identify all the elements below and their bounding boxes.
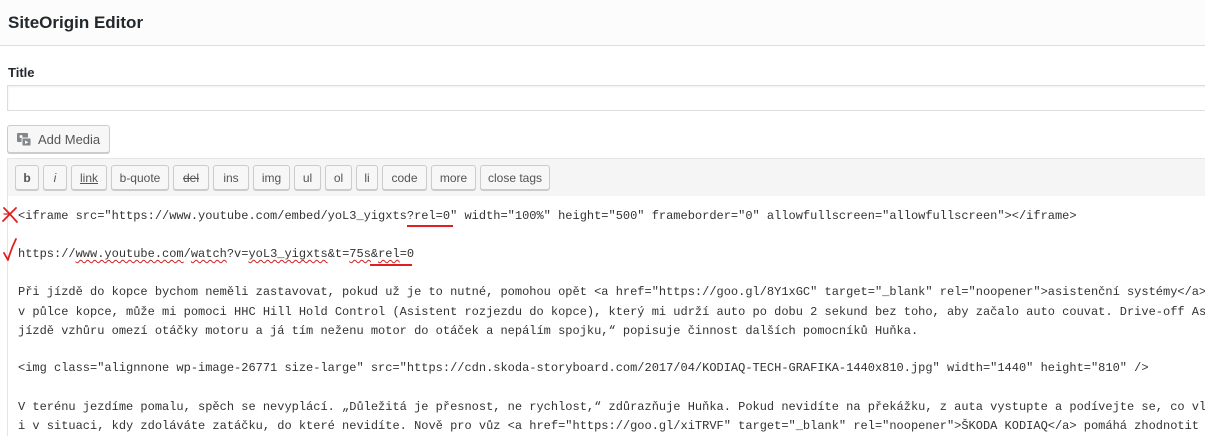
- del-button[interactable]: del: [173, 165, 209, 190]
- add-media-icon: [16, 131, 32, 147]
- italic-button[interactable]: i: [43, 165, 67, 190]
- editor-header: SiteOrigin Editor: [0, 0, 1205, 46]
- li-button[interactable]: li: [356, 165, 378, 190]
- url-part: www.youtube.com: [75, 247, 184, 261]
- ins-button[interactable]: ins: [213, 165, 249, 190]
- bold-button[interactable]: b: [15, 165, 39, 190]
- editor-line-paragraph-1: Při jízdě do kopce bychom neměli zastavo…: [18, 285, 1205, 299]
- img-button[interactable]: img: [253, 165, 290, 190]
- url-part: 75s: [349, 247, 371, 261]
- editor-title: SiteOrigin Editor: [8, 13, 144, 32]
- editor-line-paragraph-3: jízdě vzhůru omezí otáčky motoru a já tí…: [18, 324, 919, 338]
- add-media-label: Add Media: [38, 131, 101, 147]
- blockquote-button[interactable]: b-quote: [111, 165, 169, 190]
- annotation-underline-rel: [407, 225, 453, 227]
- editor-line-paragraph-5: i v situaci, kdy zdoláváte zatáčku, do k…: [18, 419, 1205, 433]
- check-mark-icon: [3, 238, 17, 261]
- url-part: yoL3_yigxts: [248, 247, 328, 261]
- editor-line-youtube-url: https://www.youtube.com/watch?v=yoL3_yig…: [18, 246, 414, 262]
- editor-line-iframe: <iframe src="https://www.youtube.com/emb…: [18, 209, 1077, 223]
- link-button[interactable]: link: [71, 165, 107, 190]
- code-button[interactable]: code: [382, 165, 427, 190]
- url-part: rel: [378, 247, 400, 261]
- quicktags-toolbar: b i link b-quote del ins img ul ol li co…: [7, 158, 1205, 196]
- close-tags-button[interactable]: close tags: [480, 165, 550, 190]
- more-button[interactable]: more: [431, 165, 476, 190]
- ol-button[interactable]: ol: [325, 165, 352, 190]
- url-part: https://: [18, 247, 76, 261]
- title-input[interactable]: [7, 85, 1205, 111]
- editor-line-paragraph-4: V terénu jezdíme pomalu, spěch se nevypl…: [18, 400, 1205, 414]
- url-part: watch: [190, 247, 227, 261]
- url-part: &t=: [327, 247, 350, 261]
- ul-button[interactable]: ul: [294, 165, 321, 190]
- url-part: /: [183, 247, 191, 261]
- editor-line-paragraph-2: v půlce kopce, může mi pomoci HHC Hill H…: [18, 305, 1205, 319]
- wrong-mark-icon: [2, 207, 18, 223]
- editor-line-img-tag: <img class="alignnone wp-image-26771 siz…: [18, 361, 1149, 375]
- title-label: Title: [8, 65, 35, 80]
- add-media-button[interactable]: Add Media: [7, 125, 110, 153]
- annotation-underline-rel-correct: [370, 264, 412, 266]
- url-part: ?v=: [226, 247, 249, 261]
- url-part: =0: [399, 247, 415, 261]
